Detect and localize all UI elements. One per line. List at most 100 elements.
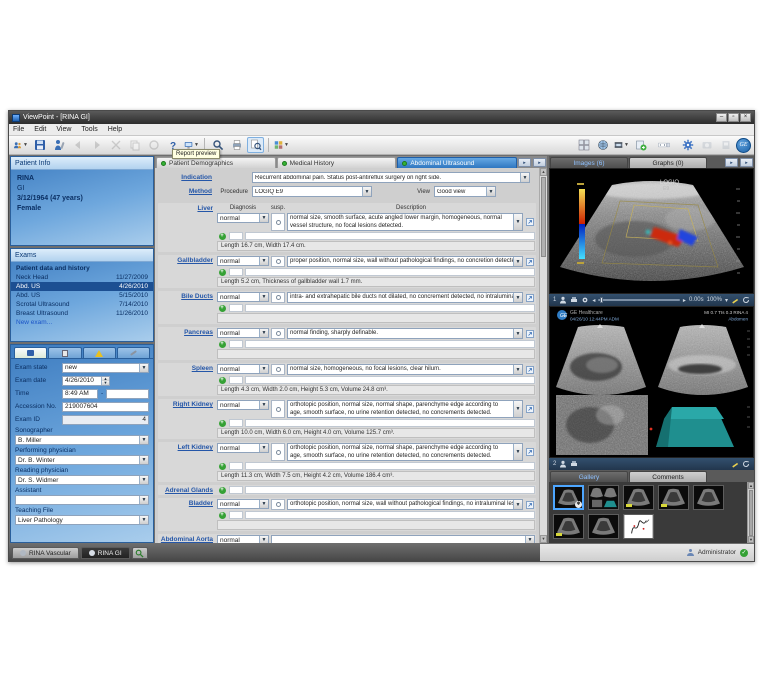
person-icon[interactable]	[559, 460, 567, 468]
reading-physician-select[interactable]: Dr. S. Widmer▼	[15, 475, 149, 485]
tab-strip-button-2[interactable]: ▸	[740, 158, 753, 167]
slider-right-arrow[interactable]: ▸	[683, 297, 686, 304]
minimize-button[interactable]: –	[716, 113, 727, 122]
description-field-pancreas[interactable]: normal finding, sharply definable.▼	[287, 328, 523, 339]
patient-tab-rina-gi[interactable]: RINA GI	[81, 547, 130, 559]
open-report-link-icon[interactable]	[525, 443, 535, 461]
performing-physician-select[interactable]: Dr. B. Winter▼	[15, 455, 149, 465]
date-spinner[interactable]: ▲▼	[101, 377, 109, 385]
gallery-thumb[interactable]	[623, 485, 654, 510]
scrollbar-thumb[interactable]	[749, 490, 753, 536]
refresh-icon[interactable]	[742, 460, 750, 468]
viewer-snap2-button[interactable]	[717, 137, 734, 153]
viewer-export-button[interactable]	[632, 137, 649, 153]
diagnosis-select-gallbladder[interactable]: normal▼	[217, 256, 269, 266]
suspicion-radio-pancreas[interactable]	[271, 328, 285, 339]
pencil-icon[interactable]	[731, 296, 739, 304]
open-report-link-icon[interactable]	[525, 256, 535, 267]
tab-strip-button-2[interactable]: ▸	[533, 158, 546, 167]
add-finding-button[interactable]: +	[217, 486, 227, 494]
gallery-tab-gallery[interactable]: Gallery	[550, 471, 628, 482]
procedure-select[interactable]: LOGIQ E9▼	[252, 186, 372, 197]
open-report-link-icon[interactable]	[525, 292, 535, 303]
diagnosis-select-bile-ducts[interactable]: normal▼	[217, 292, 269, 302]
suspicion-radio-spleen[interactable]	[271, 364, 285, 375]
scroll-up-arrow[interactable]: ▲	[540, 168, 547, 176]
close-button[interactable]: ×	[740, 113, 751, 122]
description-field-bile-ducts[interactable]: intra- and extrahepatic bile ducts not d…	[287, 292, 523, 303]
back-button[interactable]	[69, 137, 86, 153]
cut-button[interactable]	[107, 137, 124, 153]
add-finding-button[interactable]: +	[217, 511, 227, 519]
cine-slider[interactable]	[598, 299, 680, 301]
exam-state-select[interactable]: new▼	[62, 363, 149, 373]
description-field-spleen[interactable]: normal size, homogeneous, no focal lesio…	[287, 364, 523, 375]
description-select-abdominal-aorta[interactable]: ▼	[271, 535, 535, 543]
open-report-link-icon[interactable]	[525, 364, 535, 375]
description-field-right-kidney[interactable]: orthotopic position, normal size, normal…	[287, 400, 523, 418]
time-field[interactable]: 8:49 AM	[62, 389, 98, 399]
add-finding-button[interactable]: +	[217, 376, 227, 384]
exam-tab-general[interactable]	[14, 347, 47, 358]
sonographer-select[interactable]: B. Miller▼	[15, 435, 149, 445]
diagnosis-select-right-kidney[interactable]: normal▼	[217, 400, 269, 410]
save-button[interactable]	[31, 137, 48, 153]
scroll-up-arrow[interactable]: ▲	[748, 482, 754, 489]
diagnosis-select-pancreas[interactable]: normal▼	[217, 328, 269, 338]
circle-button[interactable]	[145, 137, 162, 153]
gallery-thumb[interactable]	[553, 514, 584, 539]
organ-label-bile-ducts[interactable]: Bile Ducts	[159, 292, 217, 323]
viewer-snap1-button[interactable]	[698, 137, 715, 153]
menu-tools[interactable]: Tools	[81, 126, 97, 133]
gallery-tab-comments[interactable]: Comments	[629, 471, 707, 482]
description-field-liver[interactable]: normal size, smooth surface, acute angle…	[287, 213, 523, 231]
diagnosis-select-left-kidney[interactable]: normal▼	[217, 443, 269, 453]
diagnosis-select-bladder[interactable]: normal▼	[217, 499, 269, 509]
viewer-tab-graphs-0[interactable]: Graphs (0)	[629, 157, 707, 168]
exam-tab-notes[interactable]	[117, 347, 150, 358]
new-exam-link[interactable]: New exam...	[11, 318, 153, 327]
viewer-grid-button[interactable]	[575, 137, 592, 153]
open-report-link-icon[interactable]	[525, 499, 535, 510]
exam-history-item[interactable]: Patient data and history	[11, 264, 153, 273]
viewer-globe-button[interactable]	[594, 137, 611, 153]
print-button[interactable]	[228, 137, 245, 153]
exam-list-item[interactable]: Abd. US5/15/2010	[11, 291, 153, 300]
suspicion-radio-liver[interactable]	[271, 213, 285, 231]
menu-edit[interactable]: Edit	[34, 126, 46, 133]
viewer-pager-button[interactable]	[651, 137, 677, 153]
suspicion-radio-bladder[interactable]	[271, 499, 285, 510]
organ-label-spleen[interactable]: Spleen	[159, 364, 217, 395]
diagnosis-select-liver[interactable]: normal▼	[217, 213, 269, 223]
copy-button[interactable]	[126, 137, 143, 153]
diagnosis-select-spleen[interactable]: normal▼	[217, 364, 269, 374]
report-tab-abdominal-ultrasound[interactable]: Abdominal Ultrasound	[397, 157, 517, 168]
exam-list-item[interactable]: Scrotal Ultrasound7/14/2010	[11, 300, 153, 309]
menu-view[interactable]: View	[56, 126, 71, 133]
gear-icon[interactable]	[581, 296, 589, 304]
tab-strip-button-1[interactable]: ▸	[518, 158, 531, 167]
menu-help[interactable]: Help	[108, 126, 122, 133]
accession-field[interactable]: 219007604	[62, 402, 149, 412]
pencil-icon[interactable]	[731, 460, 739, 468]
exam-tab-documents[interactable]	[48, 347, 81, 358]
preview-button[interactable]	[247, 137, 264, 153]
ultrasound-image-quad[interactable]: GE GE Healthcare 04/26/10 12:44PM ADM MI…	[549, 306, 754, 458]
open-report-link-icon[interactable]	[525, 328, 535, 339]
gallery-thumb[interactable]	[623, 514, 654, 539]
scroll-down-arrow[interactable]: ▼	[748, 536, 754, 543]
organ-label-liver[interactable]: Liver	[159, 204, 217, 251]
suspicion-radio-right-kidney[interactable]	[271, 400, 285, 418]
viewer-film-button[interactable]: ▼	[613, 137, 630, 153]
organ-label-bladder[interactable]: Bladder	[159, 499, 217, 530]
organ-label-abdominal-aorta[interactable]: Abdominal Aorta	[159, 535, 217, 543]
exam-tab-alerts[interactable]	[83, 347, 116, 358]
exam-list-item[interactable]: Breast Ultrasound11/26/2010	[11, 309, 153, 318]
print-icon[interactable]	[570, 296, 578, 304]
viewer-tab-images-6[interactable]: Images (6)	[550, 157, 628, 168]
scroll-down-arrow[interactable]: ▼	[540, 535, 547, 543]
add-finding-button[interactable]: +	[217, 268, 227, 276]
patient-search-tab[interactable]	[132, 547, 148, 559]
add-finding-button[interactable]: +	[217, 340, 227, 348]
add-finding-button[interactable]: +	[217, 304, 227, 312]
